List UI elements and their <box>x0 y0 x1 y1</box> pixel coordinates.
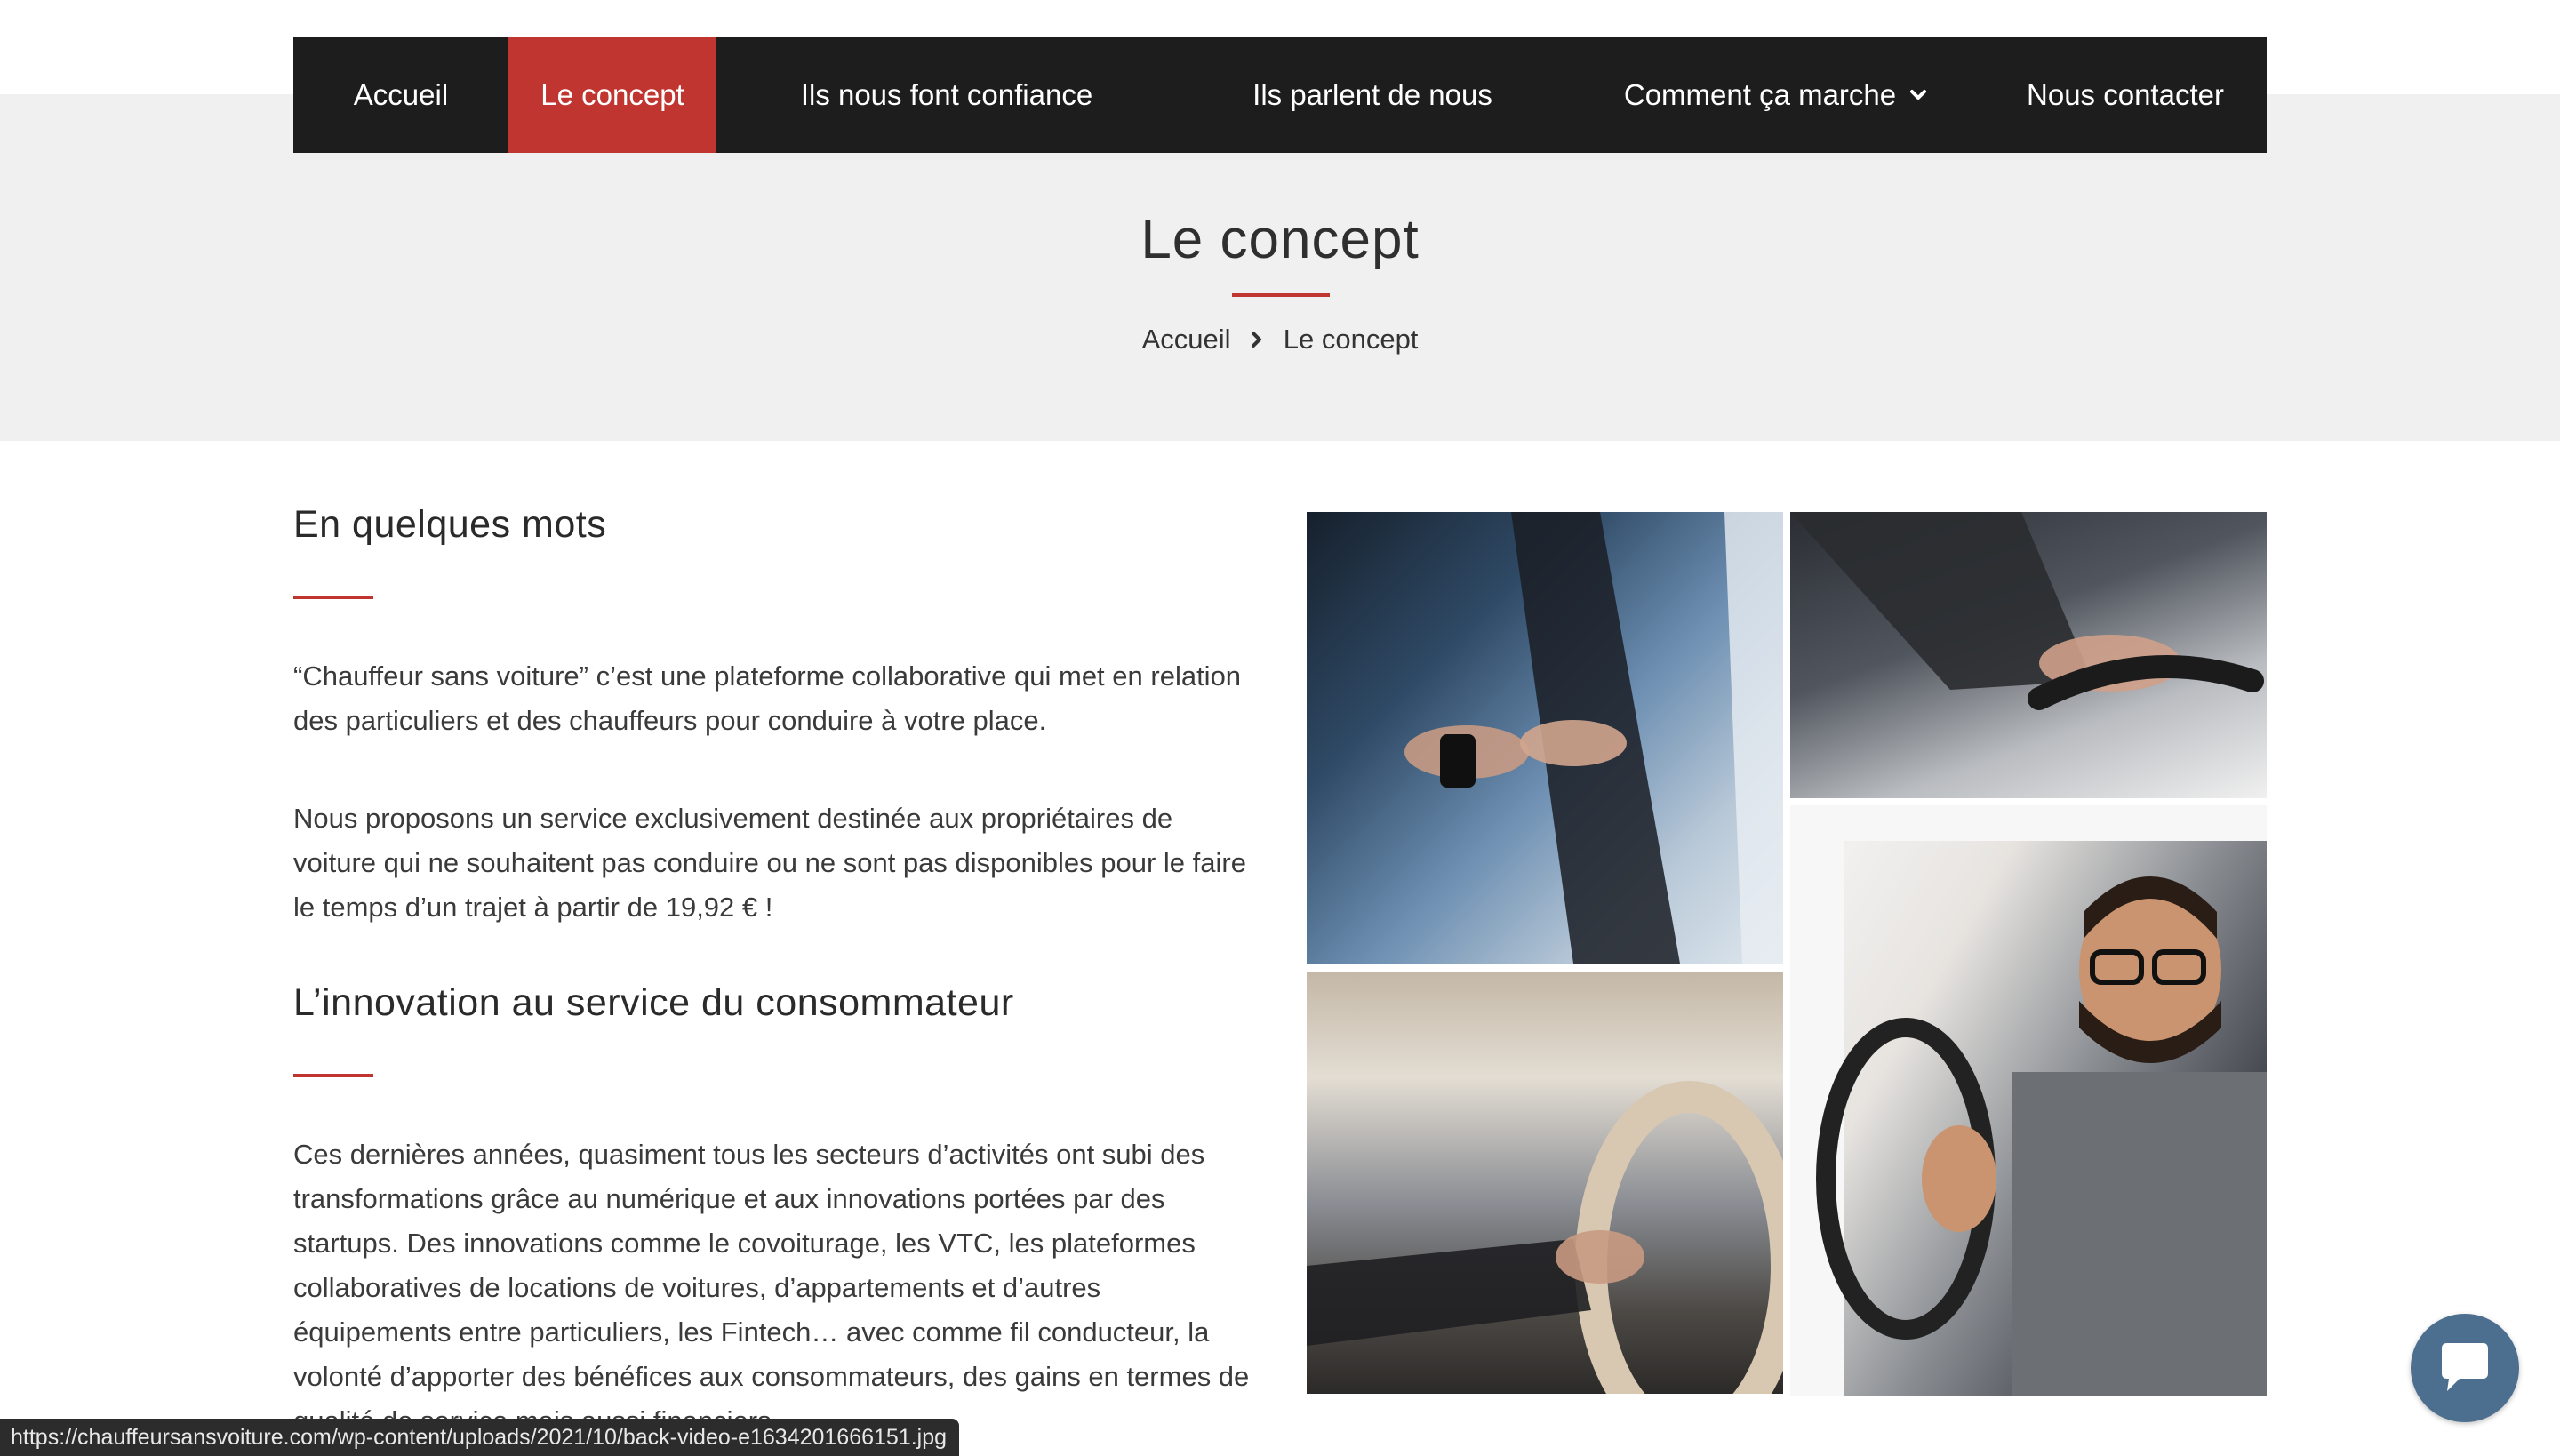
section-heading: L’innovation au service du consommateur <box>293 981 1014 1024</box>
nav-item-label: Comment ça marche <box>1623 78 1897 111</box>
breadcrumb: Accueil Le concept <box>0 322 2560 356</box>
paragraph: Nous proposons un service exclusivement … <box>293 803 1246 923</box>
heading-underline <box>293 596 373 599</box>
nav-item-accueil[interactable]: Accueil <box>293 37 508 153</box>
nav-item-label: Accueil <box>353 78 449 111</box>
section-en-quelques-mots: En quelques mots “Chauffeur sans voiture… <box>293 498 1262 930</box>
chat-bubble-icon <box>2442 1343 2488 1391</box>
photo-smiling-driver <box>1790 805 2267 1396</box>
main-content: En quelques mots “Chauffeur sans voiture… <box>293 498 1262 1444</box>
nav-item-label: Ils parlent de nous <box>1252 78 1492 111</box>
nav-item-le-concept[interactable]: Le concept <box>508 37 716 153</box>
status-bar-url: https://chauffeursansvoiture.com/wp-cont… <box>0 1419 960 1456</box>
nav-item-label: Le concept <box>540 78 684 111</box>
section-heading: En quelques mots <box>293 503 607 546</box>
nav-item-ils-parlent-de-nous[interactable]: Ils parlent de nous <box>1177 37 1568 153</box>
heading-underline <box>293 1074 373 1077</box>
main-navigation: Accueil Le concept Ils nous font confian… <box>293 37 2267 153</box>
nav-item-nous-contacter[interactable]: Nous contacter <box>1984 37 2267 153</box>
title-underline <box>1232 293 1330 297</box>
chevron-right-icon <box>1252 331 1262 348</box>
nav-item-comment-ca-marche[interactable]: Comment ça marche <box>1568 37 1984 153</box>
breadcrumb-home-link[interactable]: Accueil <box>1142 324 1231 355</box>
section-innovation: L’innovation au service du consommateur … <box>293 976 1262 1444</box>
chat-button[interactable] <box>2411 1314 2519 1422</box>
paragraph: Ces dernières années, quasiment tous les… <box>293 1139 1250 1436</box>
page-title: Le concept <box>1140 209 1420 270</box>
photo-steering-wheel <box>1307 972 1783 1394</box>
nav-item-ils-nous-font-confiance[interactable]: Ils nous font confiance <box>716 37 1177 153</box>
paragraph: “Chauffeur sans voiture” c’est une plate… <box>293 660 1242 736</box>
photo-key-handover <box>1307 512 1783 964</box>
breadcrumb-current: Le concept <box>1283 323 1419 355</box>
chevron-down-icon <box>1910 90 1927 100</box>
nav-item-label: Nous contacter <box>2027 78 2224 111</box>
nav-item-label: Ils nous font confiance <box>800 78 1093 111</box>
photo-door-handle <box>1790 512 2267 798</box>
